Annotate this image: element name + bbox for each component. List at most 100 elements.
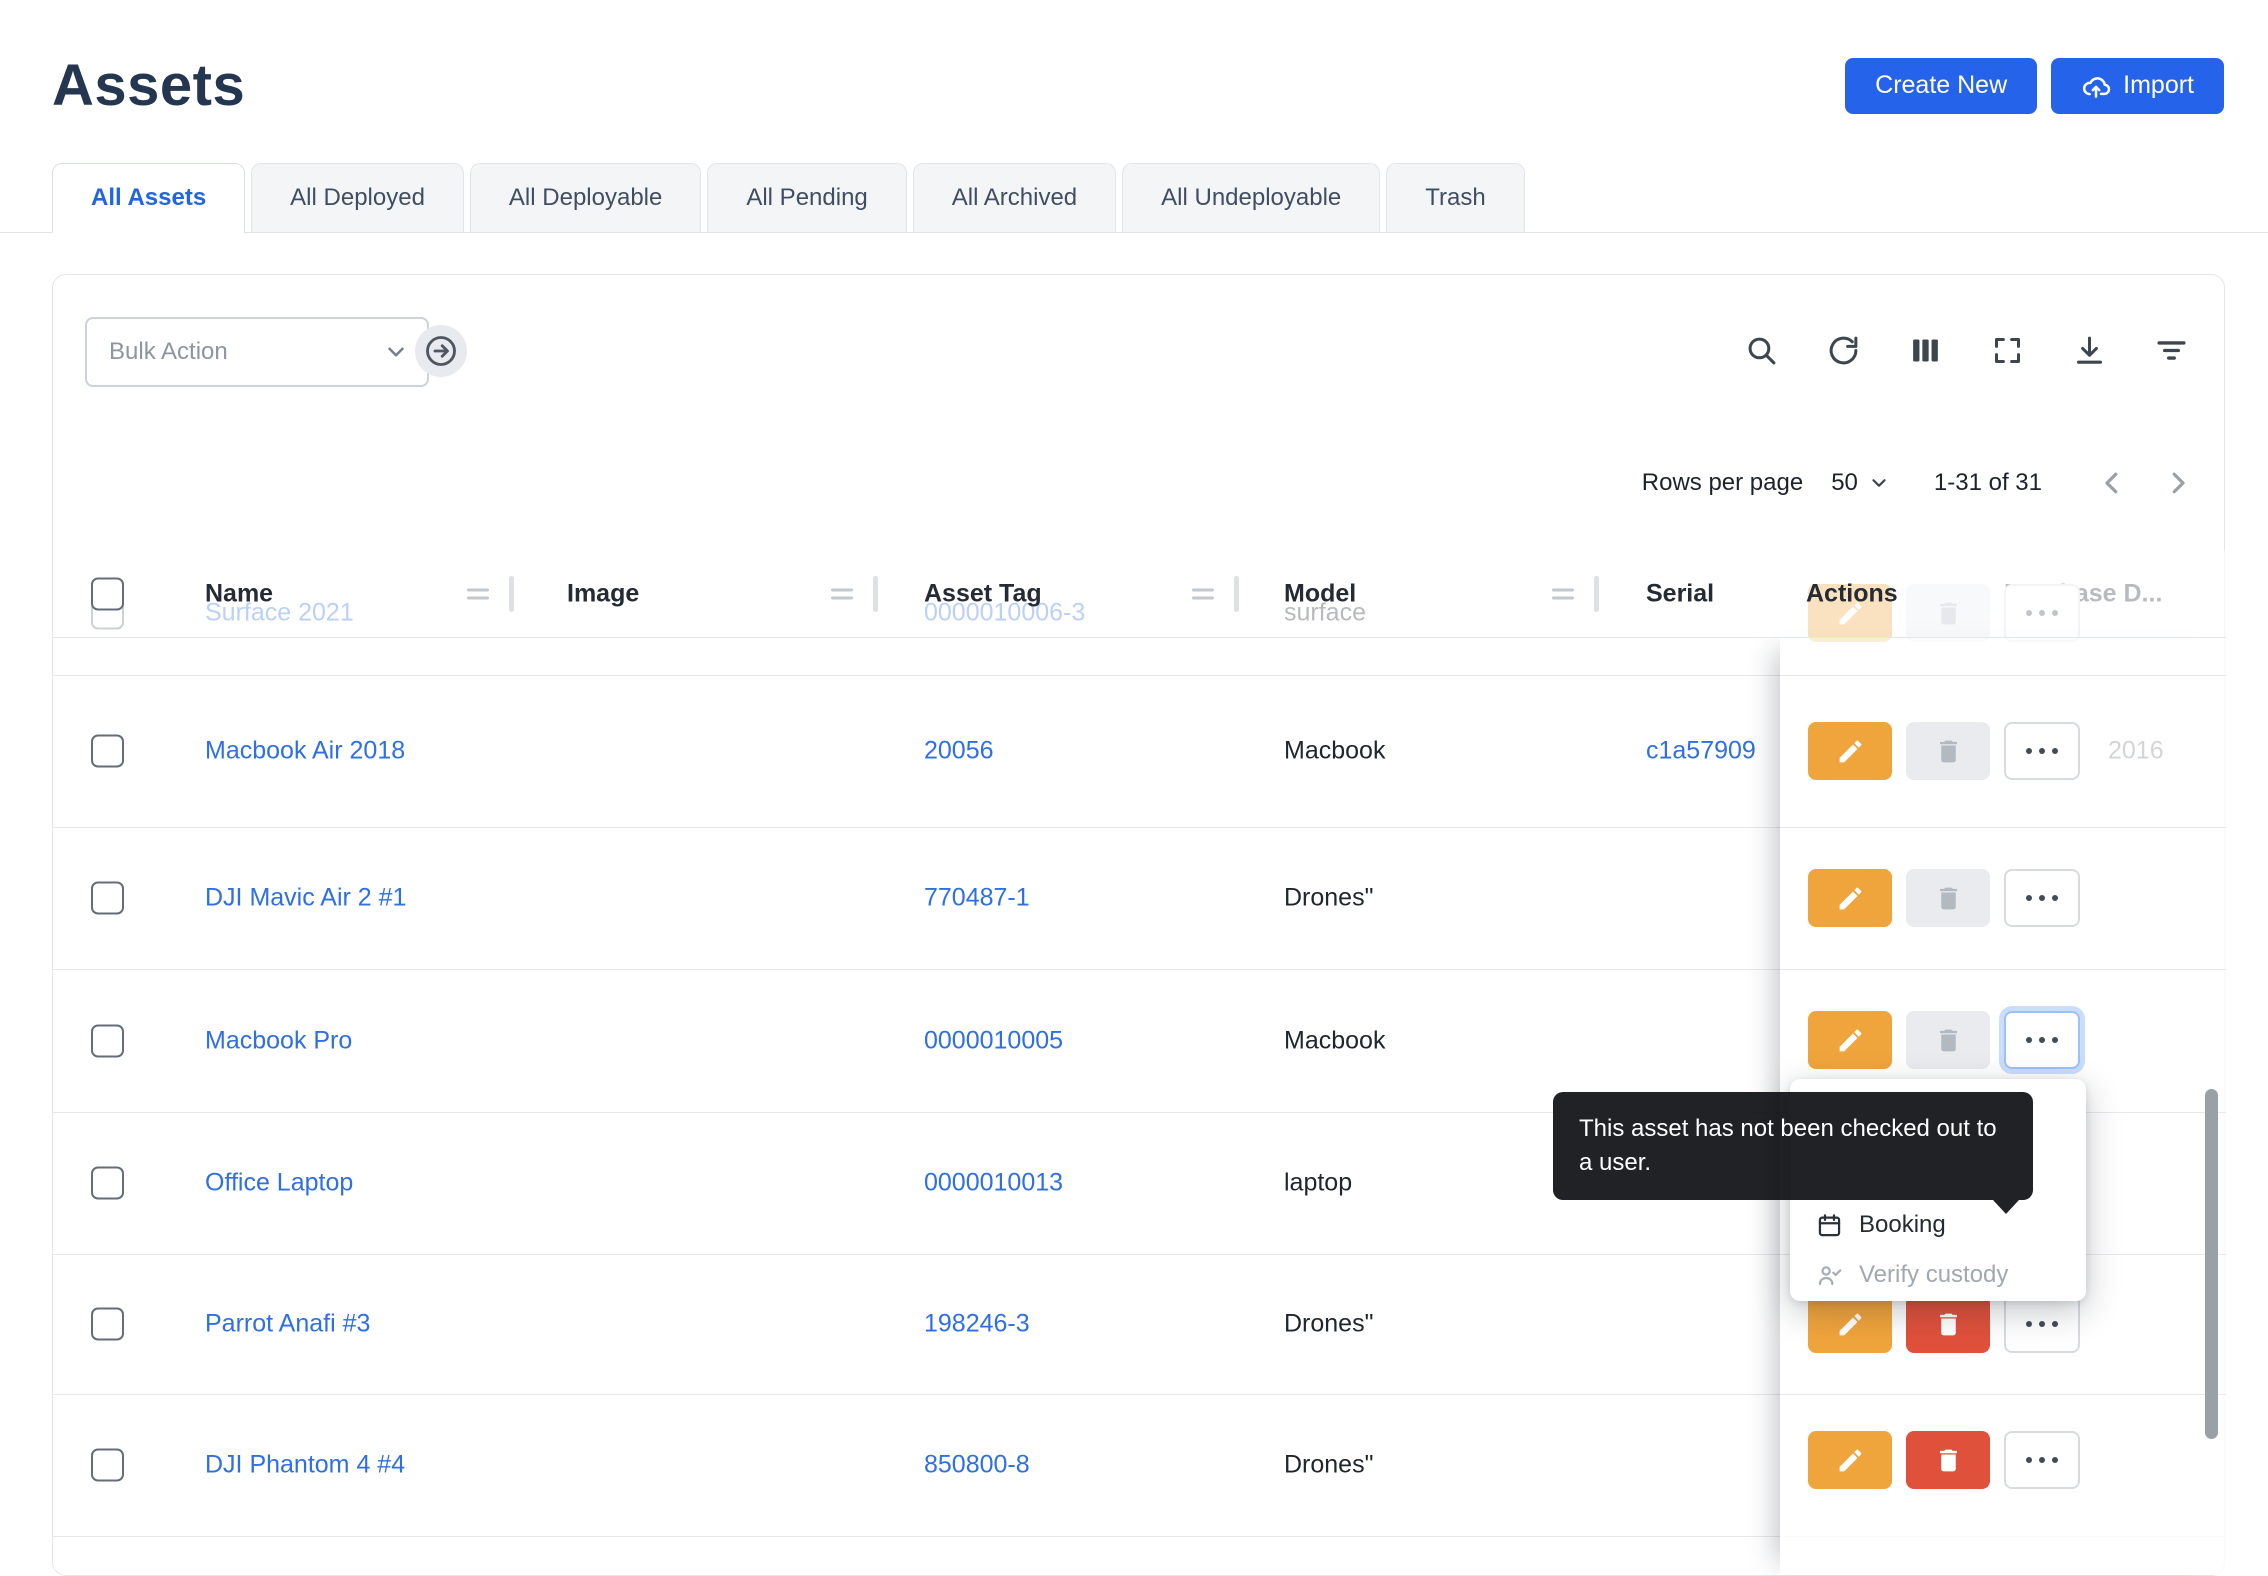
select-all-checkbox[interactable] xyxy=(91,578,124,611)
vertical-scrollbar[interactable] xyxy=(2205,1089,2218,1439)
tab-all-archived[interactable]: All Archived xyxy=(913,163,1116,232)
tab-all-assets[interactable]: All Assets xyxy=(52,163,245,233)
column-drag-handle[interactable] xyxy=(1192,584,1214,605)
column-resize-handle[interactable] xyxy=(1234,576,1239,612)
search-icon xyxy=(1745,334,1778,367)
import-label: Import xyxy=(2123,71,2194,100)
row-actions xyxy=(1808,1295,2080,1353)
trash-icon xyxy=(1934,1026,1963,1055)
edit-asset-button[interactable] xyxy=(1808,722,1892,780)
bulk-action-apply-button[interactable] xyxy=(415,325,467,377)
edit-asset-button[interactable] xyxy=(1808,1011,1892,1069)
edit-asset-button[interactable] xyxy=(1808,869,1892,927)
search-button[interactable] xyxy=(1736,325,1786,375)
row-checkbox[interactable] xyxy=(91,1024,124,1057)
asset-model: Drones" xyxy=(1284,1310,1373,1339)
menu-item-verify-custody[interactable]: Verify custody xyxy=(1790,1250,2086,1300)
column-drag-handle[interactable] xyxy=(1552,584,1574,605)
menu-item-booking[interactable]: Booking xyxy=(1790,1200,2086,1250)
asset-model: Macbook xyxy=(1284,737,1385,766)
menu-item-label: Verify custody xyxy=(1859,1261,2008,1289)
asset-model: Drones" xyxy=(1284,884,1373,913)
chevron-down-icon xyxy=(383,339,409,365)
download-button[interactable] xyxy=(2064,325,2114,375)
refresh-button[interactable] xyxy=(1818,325,1868,375)
row-checkbox[interactable] xyxy=(91,882,124,915)
pencil-icon xyxy=(1836,1446,1865,1475)
tooltip-text: This asset has not been checked out to a… xyxy=(1579,1115,1997,1176)
column-header-image[interactable]: Image xyxy=(567,580,639,609)
row-actions xyxy=(1808,722,2080,780)
asset-name-link[interactable]: DJI Mavic Air 2 #1 xyxy=(205,884,406,913)
row-actions xyxy=(1808,1011,2080,1069)
prev-page-button[interactable] xyxy=(2090,461,2134,505)
asset-tag-link[interactable]: 0000010005 xyxy=(924,1026,1063,1055)
tab-bar: All Assets All Deployed All Deployable A… xyxy=(0,163,2268,233)
next-page-button[interactable] xyxy=(2156,461,2200,505)
edit-asset-button[interactable] xyxy=(1808,1431,1892,1489)
trash-icon xyxy=(1934,1446,1963,1475)
asset-tag-link[interactable]: 20056 xyxy=(924,737,994,766)
asset-name-link[interactable]: Office Laptop xyxy=(205,1169,353,1198)
pencil-icon xyxy=(1836,737,1865,766)
tab-trash[interactable]: Trash xyxy=(1386,163,1524,232)
rows-per-page-value: 50 xyxy=(1831,469,1858,497)
row-actions-menu-button[interactable] xyxy=(2004,869,2080,927)
asset-name-link[interactable]: Macbook Pro xyxy=(205,1026,352,1055)
column-header-serial[interactable]: Serial xyxy=(1646,580,1714,609)
tab-all-pending[interactable]: All Pending xyxy=(707,163,906,232)
table-toolbar-icons xyxy=(1736,325,2196,375)
delete-asset-button[interactable] xyxy=(1906,1295,1990,1353)
tab-all-deployed[interactable]: All Deployed xyxy=(251,163,464,232)
bulk-action-select[interactable]: Bulk Action xyxy=(85,317,429,387)
row-checkbox[interactable] xyxy=(91,1308,124,1341)
row-actions-menu-button[interactable] xyxy=(2004,1295,2080,1353)
column-resize-handle[interactable] xyxy=(1594,576,1599,612)
filter-button[interactable] xyxy=(2146,325,2196,375)
tab-all-deployable[interactable]: All Deployable xyxy=(470,163,701,232)
column-drag-handle[interactable] xyxy=(467,584,489,605)
column-header-model[interactable]: Model xyxy=(1284,580,1356,609)
chevron-left-icon xyxy=(2097,468,2127,498)
fullscreen-button[interactable] xyxy=(1982,325,2032,375)
page-header: Assets Create New Import xyxy=(0,0,2268,119)
asset-tag-link[interactable]: 770487-1 xyxy=(924,884,1030,913)
asset-name-link[interactable]: Macbook Air 2018 xyxy=(205,737,405,766)
delete-asset-button[interactable] xyxy=(1906,869,1990,927)
column-header-asset-tag[interactable]: Asset Tag xyxy=(924,580,1042,609)
filter-icon xyxy=(2155,334,2188,367)
fullscreen-icon xyxy=(1991,334,2024,367)
asset-name-link[interactable]: Parrot Anafi #3 xyxy=(205,1310,370,1339)
row-checkbox[interactable] xyxy=(91,1167,124,1200)
row-actions xyxy=(1808,869,2080,927)
columns-button[interactable] xyxy=(1900,325,1950,375)
delete-asset-button[interactable] xyxy=(1906,1431,1990,1489)
trash-icon xyxy=(1934,884,1963,913)
row-actions-menu-button[interactable] xyxy=(2004,722,2080,780)
trash-icon xyxy=(1934,737,1963,766)
row-actions-menu-button-focused[interactable] xyxy=(2004,1011,2080,1069)
asset-tag-link[interactable]: 850800-8 xyxy=(924,1451,1030,1480)
pencil-icon xyxy=(1836,884,1865,913)
row-checkbox[interactable] xyxy=(91,1449,124,1482)
delete-asset-button[interactable] xyxy=(1906,722,1990,780)
row-actions-menu-button[interactable] xyxy=(2004,1431,2080,1489)
asset-model: Macbook xyxy=(1284,1026,1385,1055)
asset-tag-link[interactable]: 0000010013 xyxy=(924,1169,1063,1198)
column-resize-handle[interactable] xyxy=(509,576,514,612)
asset-serial-link[interactable]: c1a57909 xyxy=(1646,737,1756,766)
edit-asset-button[interactable] xyxy=(1808,1295,1892,1353)
delete-asset-button[interactable] xyxy=(1906,1011,1990,1069)
row-checkbox[interactable] xyxy=(91,735,124,768)
column-header-name[interactable]: Name xyxy=(205,580,273,609)
tab-all-undeployable[interactable]: All Undeployable xyxy=(1122,163,1380,232)
user-check-icon xyxy=(1816,1262,1843,1289)
import-button[interactable]: Import xyxy=(2051,58,2224,114)
arrow-right-circle-icon xyxy=(423,333,459,369)
column-resize-handle[interactable] xyxy=(873,576,878,612)
asset-name-link[interactable]: DJI Phantom 4 #4 xyxy=(205,1451,405,1480)
create-new-button[interactable]: Create New xyxy=(1845,58,2037,114)
asset-tag-link[interactable]: 198246-3 xyxy=(924,1310,1030,1339)
rows-per-page-select[interactable]: 50 xyxy=(1831,469,1890,497)
column-drag-handle[interactable] xyxy=(831,584,853,605)
